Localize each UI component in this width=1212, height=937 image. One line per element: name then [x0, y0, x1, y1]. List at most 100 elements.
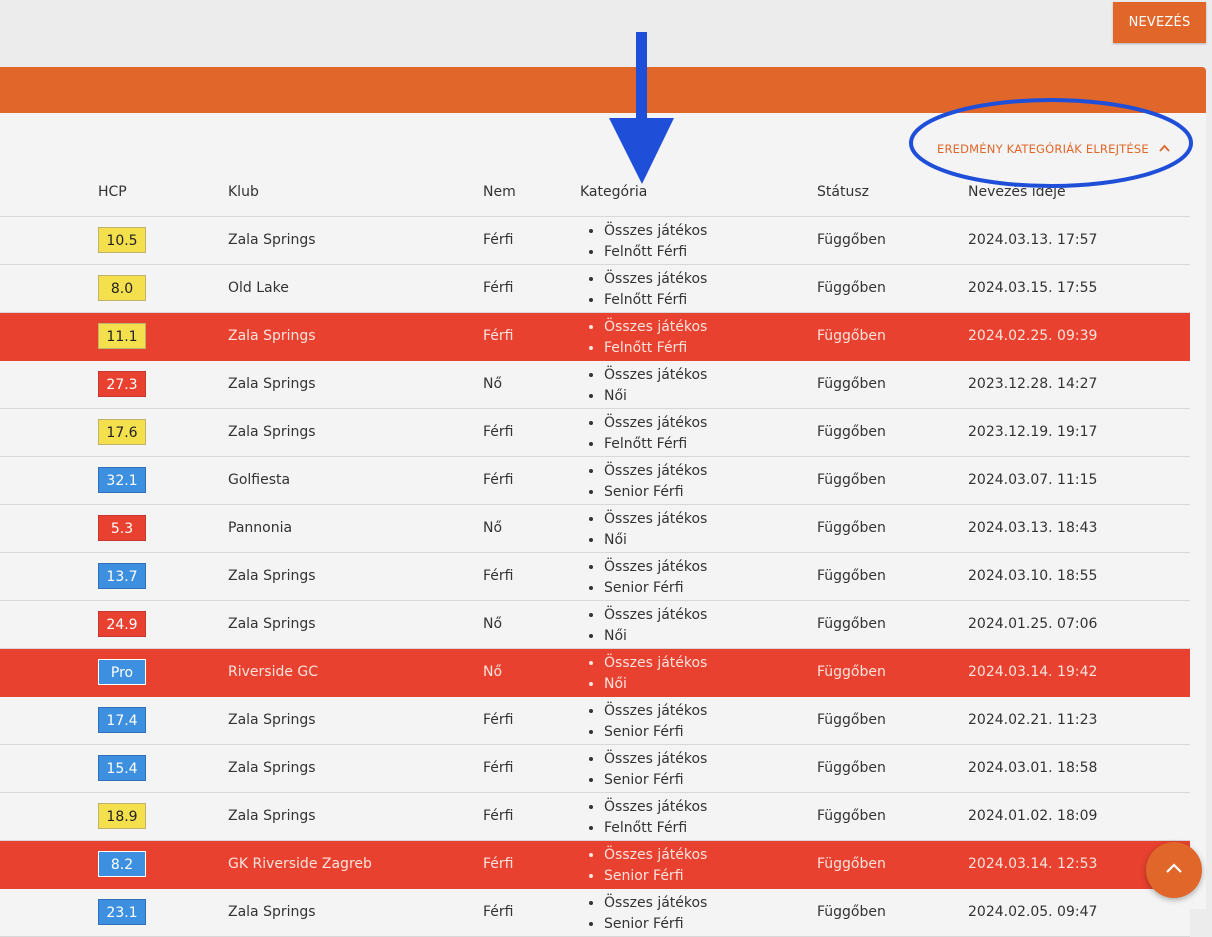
category-item: Női — [604, 626, 707, 647]
table-row[interactable]: 17.4 Zala Springs Férfi Összes játékosSenio… — [0, 697, 1190, 745]
category-list: Összes játékosFelnőtt Férfi — [580, 221, 707, 263]
hcp-badge: Pro — [98, 659, 146, 685]
hcp-badge: 15.4 — [98, 755, 146, 781]
gender-cell: Nő — [483, 616, 503, 632]
category-item: Senior Férfi — [604, 578, 707, 599]
table-row[interactable]: 8.0 Old Lake Férfi Összes játékosFelnőtt Fé… — [0, 265, 1190, 313]
status-cell: Függőben — [817, 856, 886, 872]
category-item: Felnőtt Férfi — [604, 338, 707, 359]
category-list: Összes játékosSenior Férfi — [580, 893, 707, 935]
column-header-kategoria[interactable]: Kategória — [580, 184, 647, 200]
column-header-hcp[interactable]: HCP — [98, 184, 127, 200]
club-cell: Zala Springs — [228, 616, 316, 632]
status-cell: Függőben — [817, 328, 886, 344]
club-cell: Zala Springs — [228, 712, 316, 728]
hcp-badge: 10.5 — [98, 227, 146, 253]
club-cell: Zala Springs — [228, 904, 316, 920]
chevron-up-icon — [1159, 142, 1170, 155]
table-row[interactable]: 5.3 Pannonia Nő Összes játékosNői Függőben 20… — [0, 505, 1190, 553]
entry-date-cell: 2023.12.19. 19:17 — [968, 424, 1098, 440]
entry-date-cell: 2024.02.25. 09:39 — [968, 328, 1098, 344]
category-item: Összes játékos — [604, 557, 707, 578]
hide-categories-label: EREDMÉNY KATEGÓRIÁK ELREJTÉSE — [937, 142, 1149, 156]
table-row[interactable]: 23.1 Zala Springs Férfi Összes játékosSenio… — [0, 889, 1190, 937]
table-row[interactable]: 17.6 Zala Springs Férfi Összes játékosFelnő… — [0, 409, 1190, 457]
category-item: Női — [604, 386, 707, 407]
table-row[interactable]: Pro Riverside GC Nő Összes játékosNői Függőb… — [0, 649, 1190, 697]
table-row[interactable]: 10.5 Zala Springs Férfi Összes játékosFelnő… — [0, 217, 1190, 265]
category-list: Összes játékosFelnőtt Férfi — [580, 269, 707, 311]
hcp-badge: 13.7 — [98, 563, 146, 589]
club-cell: Golfiesta — [228, 472, 291, 488]
hcp-badge: 24.9 — [98, 611, 146, 637]
club-cell: Riverside GC — [228, 664, 319, 680]
club-cell: Pannonia — [228, 520, 293, 536]
category-item: Összes játékos — [604, 221, 707, 242]
entry-date-cell: 2024.03.15. 17:55 — [968, 280, 1098, 296]
hcp-badge: 8.0 — [98, 275, 146, 301]
entry-date-cell: 2024.01.02. 18:09 — [968, 808, 1098, 824]
category-item: Összes játékos — [604, 317, 707, 338]
table-row[interactable]: 24.9 Zala Springs Nő Összes játékosNői Függő… — [0, 601, 1190, 649]
status-cell: Függőben — [817, 616, 886, 632]
status-cell: Függőben — [817, 424, 886, 440]
table-row[interactable]: 15.4 Zala Springs Férfi Összes játékosSenio… — [0, 745, 1190, 793]
table-row[interactable]: 8.2 GK Riverside Zagreb Férfi Összes játéko… — [0, 841, 1190, 889]
table-row[interactable]: 18.9 Zala Springs Férfi Összes játékosFelnő… — [0, 793, 1190, 841]
category-item: Felnőtt Férfi — [604, 434, 707, 455]
gender-cell: Férfi — [483, 424, 514, 440]
entry-date-cell: 2024.02.21. 11:23 — [968, 712, 1098, 728]
entry-date-cell: 2024.03.14. 19:42 — [968, 664, 1098, 680]
status-cell: Függőben — [817, 568, 886, 584]
chevron-up-icon — [1166, 863, 1182, 873]
category-item: Összes játékos — [604, 509, 707, 530]
category-item: Összes játékos — [604, 413, 707, 434]
table-row[interactable]: 27.3 Zala Springs Nő Összes játékosNői Függő… — [0, 361, 1190, 409]
category-item: Felnőtt Férfi — [604, 290, 707, 311]
hcp-badge: 5.3 — [98, 515, 146, 541]
table-row[interactable]: 11.1 Zala Springs Férfi Összes játékosFelnő… — [0, 313, 1190, 361]
club-cell: Zala Springs — [228, 568, 316, 584]
category-list: Összes játékosSenior Férfi — [580, 461, 707, 503]
gender-cell: Férfi — [483, 760, 514, 776]
table-row[interactable]: 32.1 Golfiesta Férfi Összes játékosSenior F… — [0, 457, 1190, 505]
category-item: Felnőtt Férfi — [604, 242, 707, 263]
entry-date-cell: 2024.03.14. 12:53 — [968, 856, 1098, 872]
hide-categories-toggle[interactable]: EREDMÉNY KATEGÓRIÁK ELREJTÉSE — [937, 142, 1170, 156]
category-item: Összes játékos — [604, 605, 707, 626]
club-cell: Zala Springs — [228, 808, 316, 824]
status-cell: Függőben — [817, 280, 886, 296]
club-cell: Zala Springs — [228, 232, 316, 248]
hcp-badge: 17.6 — [98, 419, 146, 445]
column-header-nem[interactable]: Nem — [483, 184, 516, 200]
gender-cell: Férfi — [483, 712, 514, 728]
entry-date-cell: 2024.02.05. 09:47 — [968, 904, 1098, 920]
category-list: Összes játékosFelnőtt Férfi — [580, 413, 707, 455]
category-item: Összes játékos — [604, 269, 707, 290]
status-cell: Függőben — [817, 472, 886, 488]
column-header-klub[interactable]: Klub — [228, 184, 259, 200]
entry-date-cell: 2023.12.28. 14:27 — [968, 376, 1098, 392]
gender-cell: Férfi — [483, 232, 514, 248]
nevezes-button[interactable]: NEVEZÉS — [1113, 2, 1206, 43]
top-bar: NEVEZÉS — [0, 0, 1212, 66]
entry-date-cell: 2024.03.13. 17:57 — [968, 232, 1098, 248]
results-table-body: 10.5Zala SpringsFérfiÖsszes játékosFelnő… — [0, 217, 1190, 937]
status-cell: Függőben — [817, 520, 886, 536]
category-list: Összes játékosNői — [580, 653, 707, 695]
column-header-nevezes-ideje[interactable]: Nevezés ideje — [968, 184, 1066, 200]
column-header-statusz[interactable]: Státusz — [817, 184, 869, 200]
club-cell: Old Lake — [228, 280, 289, 296]
gender-cell: Férfi — [483, 280, 514, 296]
scroll-to-top-button[interactable] — [1146, 842, 1202, 898]
category-item: Összes játékos — [604, 893, 707, 914]
category-item: Összes játékos — [604, 701, 707, 722]
entry-date-cell: 2024.03.13. 18:43 — [968, 520, 1098, 536]
hcp-badge: 23.1 — [98, 899, 146, 925]
table-row[interactable]: 13.7 Zala Springs Férfi Összes játékosSenio… — [0, 553, 1190, 601]
category-item: Összes játékos — [604, 653, 707, 674]
status-cell: Függőben — [817, 712, 886, 728]
category-item: Női — [604, 674, 707, 695]
category-item: Összes játékos — [604, 845, 707, 866]
entry-date-cell: 2024.03.07. 11:15 — [968, 472, 1098, 488]
